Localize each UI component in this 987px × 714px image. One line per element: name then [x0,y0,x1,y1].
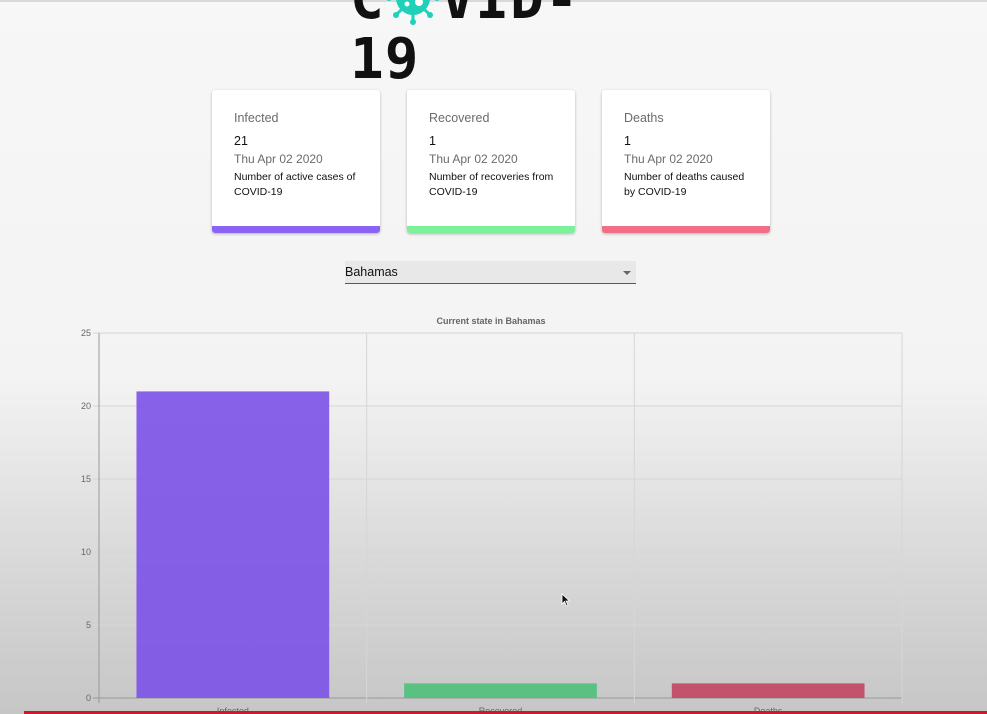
y-tick-label: 5 [86,620,91,630]
y-tick-label: 10 [81,547,91,557]
bar-infected [136,391,330,698]
bar-recovered [404,683,597,698]
y-tick-label: 0 [86,693,91,703]
y-tick-label: 25 [81,328,91,338]
y-tick-label: 15 [81,474,91,484]
bar-deaths [671,683,865,698]
mouse-cursor-icon [561,593,571,607]
bar-chart: Current state in Bahamas 0510152025Infec… [81,316,903,714]
chart-bars [136,391,865,698]
y-tick-label: 20 [81,401,91,411]
chart-title: Current state in Bahamas [436,316,545,326]
